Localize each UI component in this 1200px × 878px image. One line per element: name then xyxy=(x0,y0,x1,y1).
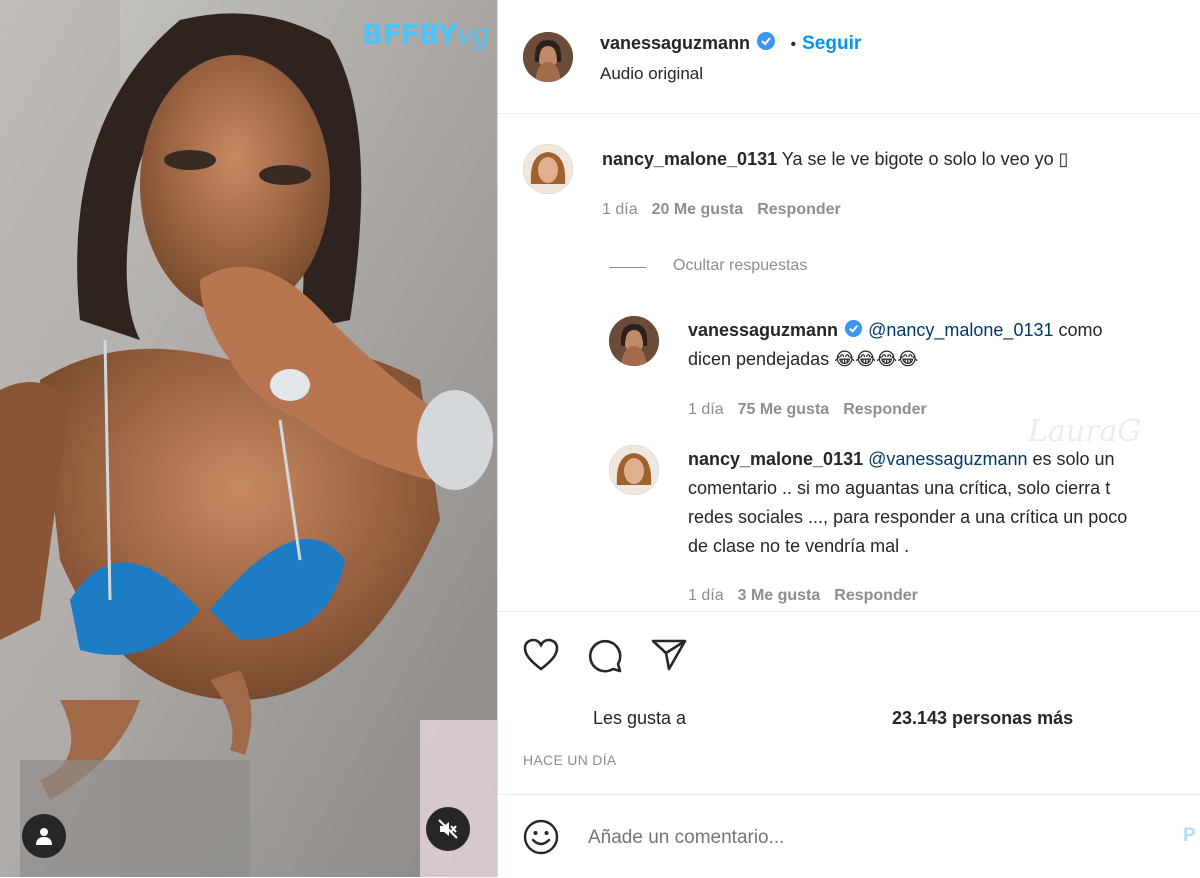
comment-reply-button[interactable]: Responder xyxy=(757,201,841,218)
reply-text: es solo un xyxy=(1032,449,1115,469)
hide-replies-button[interactable]: Ocultar respuestas xyxy=(673,257,807,275)
post-actions: Les gusta a 23.143 personas más HACE UN … xyxy=(498,611,1200,795)
user-icon xyxy=(36,828,52,845)
reply-time[interactable]: 1 día xyxy=(688,401,724,418)
reply-avatar[interactable] xyxy=(609,445,659,495)
audio-label[interactable]: Audio original xyxy=(600,64,703,84)
follow-button[interactable]: Seguir xyxy=(802,33,861,54)
comment-time[interactable]: 1 día xyxy=(602,201,638,218)
hide-replies-line xyxy=(609,267,646,268)
reply-mention[interactable]: @vanessaguzmann xyxy=(868,449,1027,469)
media-watermark: BFFBYvg xyxy=(362,18,490,51)
reply-text: comentario .. si mo aguantas una crítica… xyxy=(688,478,1111,498)
reply-text: redes sociales ..., para responder a una… xyxy=(688,507,1128,527)
reply-mention[interactable]: @nancy_malone_0131 xyxy=(868,320,1053,340)
verified-badge-icon xyxy=(845,319,863,338)
speaker-muted-icon xyxy=(438,819,458,839)
reply-time[interactable]: 1 día xyxy=(688,587,724,604)
comment-likes[interactable]: 20 Me gusta xyxy=(652,201,744,218)
reply-username[interactable]: vanessaguzmann xyxy=(688,320,838,340)
reply-reply-button[interactable]: Responder xyxy=(834,587,918,604)
comment-text: Ya se le ve bigote o solo lo veo yo ▯ xyxy=(781,149,1069,169)
comment-username[interactable]: nancy_malone_0131 xyxy=(602,149,777,169)
reply-username[interactable]: nancy_malone_0131 xyxy=(688,449,863,469)
header-title-row: vanessaguzmann • Seguir xyxy=(600,31,861,55)
comments-list[interactable]: nancy_malone_0131 Ya se le ve bigote o s… xyxy=(498,114,1200,611)
heart-icon[interactable] xyxy=(523,638,559,672)
reply-likes[interactable]: 3 Me gusta xyxy=(738,587,821,604)
emoji-icon[interactable] xyxy=(523,819,559,855)
reply-reply-button[interactable]: Responder xyxy=(843,401,927,418)
comment-icon[interactable] xyxy=(587,638,623,674)
post-header: vanessaguzmann • Seguir Audio original xyxy=(498,0,1200,114)
reply-text: de clase no te vendría mal . xyxy=(688,536,910,556)
reply-text: dicen pendejadas 😂😂😂😂 xyxy=(688,349,919,369)
post-photo xyxy=(0,0,497,877)
comment-avatar[interactable] xyxy=(523,144,573,194)
post-date[interactable]: HACE UN DÍA xyxy=(523,752,617,768)
verified-badge-icon xyxy=(757,32,776,50)
comment-input[interactable] xyxy=(586,821,1150,855)
reply-likes[interactable]: 75 Me gusta xyxy=(738,401,830,418)
mute-button[interactable] xyxy=(426,807,470,851)
reply-meta: 1 día 75 Me gusta Responder xyxy=(688,401,927,419)
post-comment-button[interactable]: P xyxy=(1183,825,1196,847)
send-icon[interactable] xyxy=(651,638,687,672)
likes-prefix: Les gusta a xyxy=(593,708,687,728)
overlay-watermark: LauraG xyxy=(1028,414,1142,449)
author-avatar[interactable] xyxy=(523,32,573,82)
comment-meta: 1 día 20 Me gusta Responder xyxy=(602,201,841,219)
reply-item: nancy_malone_0131 @vanessaguzmann es sol… xyxy=(688,445,1127,561)
add-comment-bar: P xyxy=(498,794,1200,878)
comment-item: nancy_malone_0131 Ya se le ve bigote o s… xyxy=(602,145,1069,174)
likes-count[interactable]: 23.143 personas más xyxy=(892,708,1073,729)
tagged-user-button[interactable] xyxy=(22,814,66,858)
author-username[interactable]: vanessaguzmann xyxy=(600,33,750,53)
reply-avatar[interactable] xyxy=(609,316,659,366)
reply-item: vanessaguzmann @nancy_malone_0131 como d… xyxy=(688,316,1103,374)
reply-meta: 1 día 3 Me gusta Responder xyxy=(688,587,918,605)
post-media[interactable]: BFFBYvg xyxy=(0,0,497,877)
reply-text: como xyxy=(1058,320,1103,340)
header-separator: • xyxy=(790,36,797,53)
